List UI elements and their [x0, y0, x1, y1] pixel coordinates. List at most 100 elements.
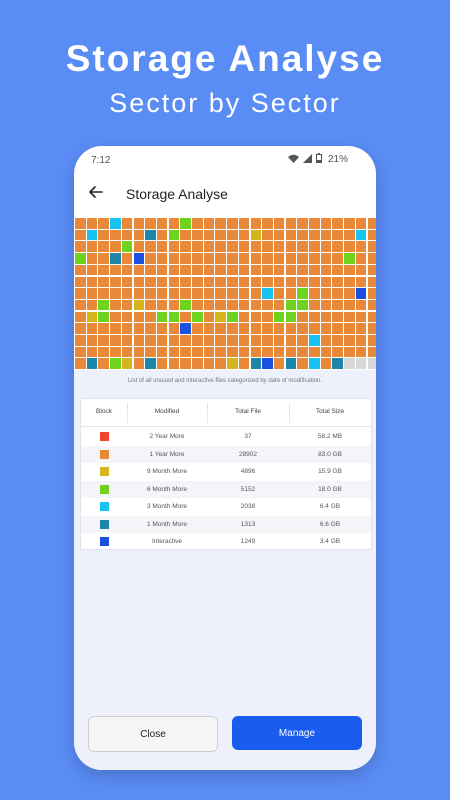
sector-block: [238, 311, 250, 323]
sector-block: [192, 323, 203, 334]
sector-block: [297, 253, 308, 264]
sector-block: [145, 346, 156, 358]
sector-block: [297, 241, 308, 252]
row-total-file: 37: [244, 433, 252, 440]
sector-block: [98, 288, 109, 299]
sector-block: [238, 346, 250, 358]
sector-block: [215, 335, 226, 346]
sector-block: [273, 311, 285, 323]
sector-block: [133, 323, 144, 334]
sector-block: [192, 358, 203, 369]
sector-block: [285, 276, 297, 287]
manage-button[interactable]: Manage: [232, 716, 362, 750]
sector-block: [75, 299, 86, 311]
sector-block: [98, 264, 109, 276]
sector-block: [203, 335, 215, 346]
sector-block: [203, 358, 215, 369]
back-button[interactable]: [84, 182, 108, 206]
sector-block: [297, 288, 308, 299]
sector-block: [215, 346, 226, 358]
sector-block: [320, 323, 332, 334]
sector-block: [98, 335, 109, 346]
sector-block: [75, 358, 86, 369]
sector-block: [75, 288, 86, 299]
row-modified: 1 Year More: [149, 450, 185, 458]
sector-block: [168, 229, 180, 241]
sector-block: [297, 299, 308, 311]
sector-block: [86, 288, 98, 299]
header-total-file: Total File: [234, 408, 261, 415]
sector-block: [238, 299, 250, 311]
sector-block: [238, 323, 250, 334]
row-total-file: 2038: [240, 503, 256, 510]
sector-block: [180, 241, 191, 252]
sector-block: [86, 241, 98, 252]
sector-block: [285, 264, 297, 276]
sector-block: [98, 218, 109, 229]
sector-block: [133, 358, 144, 369]
sector-block: [180, 229, 191, 241]
sector-block: [285, 229, 297, 241]
sector-block: [203, 346, 215, 358]
sector-block: [320, 299, 332, 311]
sector-block: [320, 358, 332, 369]
close-button[interactable]: Close: [88, 716, 218, 752]
sector-block: [309, 276, 320, 287]
sector-block: [367, 358, 376, 369]
sector-block: [238, 335, 250, 346]
table-row: Interactive 1249 3.4 GB: [81, 533, 371, 551]
sector-block: [98, 253, 109, 264]
sector-block: [344, 299, 355, 311]
sector-block: [98, 229, 109, 241]
sector-block: [273, 358, 285, 369]
sector-block: [285, 288, 297, 299]
sector-block: [355, 346, 367, 358]
sector-block: [344, 358, 355, 369]
sector-block: [75, 241, 86, 252]
sector-block: [110, 264, 121, 276]
sector-block: [133, 276, 144, 287]
report-panel: List of all unused and interactive files…: [74, 370, 376, 770]
sector-block: [332, 253, 343, 264]
sector-block: [121, 229, 133, 241]
sector-block: [320, 253, 332, 264]
sector-block: [238, 264, 250, 276]
sector-block: [227, 229, 238, 241]
sector-block: [133, 218, 144, 229]
sector-block: [367, 276, 376, 287]
sector-block: [156, 264, 168, 276]
sector-block: [344, 346, 355, 358]
sector-block: [133, 264, 144, 276]
sector-block: [250, 218, 261, 229]
sector-block: [145, 288, 156, 299]
promo-subheadline: Sector by Sector: [109, 88, 341, 118]
sector-block: [227, 335, 238, 346]
sector-block: [203, 241, 215, 252]
sector-block: [344, 253, 355, 264]
battery-level: 21%: [327, 154, 348, 165]
sector-block: [215, 276, 226, 287]
sector-block: [133, 311, 144, 323]
sector-block: [297, 218, 308, 229]
sector-block: [110, 253, 121, 264]
sector-block: [285, 253, 297, 264]
sector-block: [262, 346, 273, 358]
sector-block: [180, 218, 191, 229]
sector-block: [75, 311, 86, 323]
sector-block: [215, 218, 226, 229]
sector-block: [250, 335, 261, 346]
sector-block: [227, 264, 238, 276]
sector-block: [203, 253, 215, 264]
sector-block: [145, 276, 156, 287]
row-modified: 2 Year More: [149, 433, 185, 440]
sector-block: [320, 276, 332, 287]
status-bar: 7:12 21%: [74, 146, 376, 172]
sector-block: [273, 323, 285, 334]
sector-block: [355, 299, 367, 311]
sector-block: [156, 335, 168, 346]
sector-block: [309, 323, 320, 334]
sector-block: [156, 346, 168, 358]
sector-block: [145, 323, 156, 334]
sector-block: [285, 241, 297, 252]
sector-block: [273, 276, 285, 287]
